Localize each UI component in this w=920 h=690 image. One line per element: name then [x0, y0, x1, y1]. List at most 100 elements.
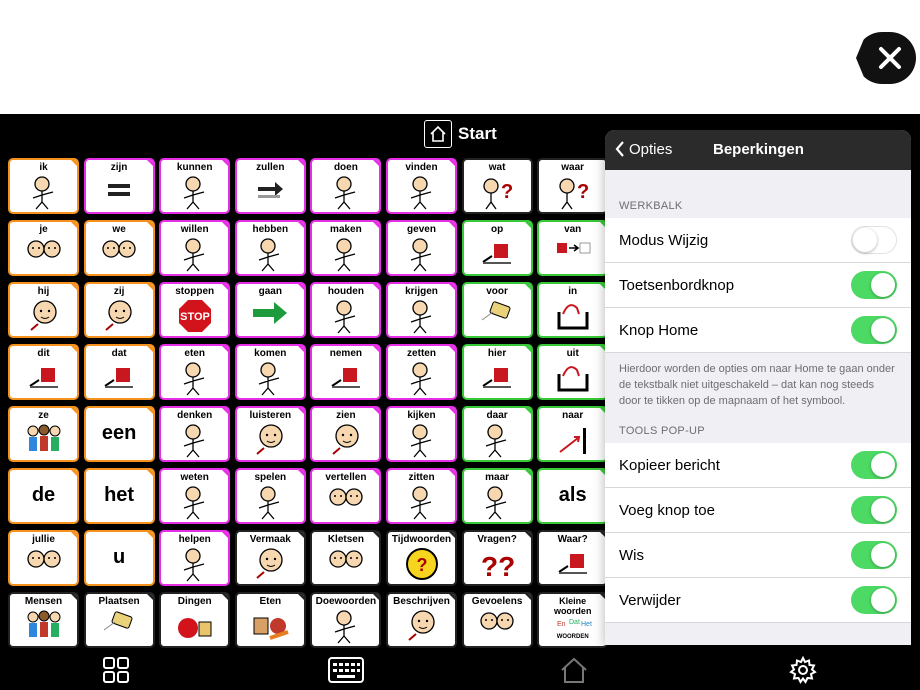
symbol-button[interactable]: het	[83, 468, 155, 524]
symbol-button[interactable]: spelen	[234, 468, 306, 524]
symbol-button[interactable]: waar?	[537, 158, 609, 214]
symbol-button[interactable]: Mensen	[8, 592, 79, 648]
symbol-button[interactable]: daar	[461, 406, 533, 462]
symbol-label: eten	[184, 348, 205, 359]
symbol-button[interactable]: zijn	[83, 158, 155, 214]
toggle-switch[interactable]	[851, 541, 897, 569]
symbol-button[interactable]: de	[8, 468, 79, 524]
symbol-button[interactable]: ze	[8, 406, 79, 462]
symbol-label: spelen	[254, 472, 287, 483]
symbol-button[interactable]: luisteren	[234, 406, 306, 462]
symbol-button[interactable]: willen	[159, 220, 231, 276]
symbol-button[interactable]: hij	[8, 282, 79, 338]
symbol-button[interactable]: Plaatsen	[83, 592, 155, 648]
symbol-button[interactable]: dat	[83, 344, 155, 400]
corner-fold	[220, 284, 229, 292]
symbol-button[interactable]: stoppen STOP	[159, 282, 231, 338]
symbol-label: voor	[486, 286, 508, 297]
symbol-button[interactable]: wat?	[461, 158, 533, 214]
symbol-button[interactable]: Doewoorden	[310, 592, 382, 648]
symbol-label: daar	[486, 410, 508, 421]
toggle-switch[interactable]	[851, 226, 897, 254]
toggle-switch[interactable]	[851, 271, 897, 299]
back-button[interactable]: Opties	[615, 140, 672, 158]
symbol-button[interactable]: als	[537, 468, 609, 524]
symbol-button[interactable]: op	[461, 220, 533, 276]
symbol-button[interactable]: zitten	[386, 468, 457, 524]
symbol-button[interactable]: u	[83, 530, 155, 586]
corner-fold	[371, 284, 380, 292]
symbol-button[interactable]: houden	[310, 282, 382, 338]
corner-fold	[447, 284, 455, 292]
symbol-button[interactable]: Tijdwoorden?	[386, 530, 457, 586]
symbol-label: Waar?	[557, 534, 588, 545]
symbol-button[interactable]: maar	[461, 468, 533, 524]
symbol-button[interactable]: een	[83, 406, 155, 462]
corner-fold	[447, 532, 455, 540]
symbol-button[interactable]: Dingen	[159, 592, 231, 648]
symbol-button[interactable]: Vragen???	[461, 530, 533, 586]
toggle-switch[interactable]	[851, 586, 897, 614]
symbol-label: van	[564, 224, 582, 235]
symbol-button[interactable]: Kleine woorden En Dat Het WOORDEN	[537, 592, 609, 648]
symbol-button[interactable]: gaan	[234, 282, 306, 338]
corner-fold	[447, 594, 455, 602]
symbol-button[interactable]: Eten	[234, 592, 306, 648]
corner-fold	[220, 222, 229, 230]
corner-fold	[144, 470, 153, 478]
toggle-knob	[871, 273, 895, 297]
symbol-button[interactable]: zij	[83, 282, 155, 338]
symbol-button[interactable]: hebben	[234, 220, 306, 276]
corner-fold	[69, 532, 77, 540]
symbol-button[interactable]: in	[537, 282, 609, 338]
toggle-switch[interactable]	[851, 451, 897, 479]
symbol-button[interactable]: vertellen	[310, 468, 382, 524]
toggle-switch[interactable]	[851, 496, 897, 524]
symbol-button[interactable]: naar	[537, 406, 609, 462]
symbol-button[interactable]: voor	[461, 282, 533, 338]
symbol-button[interactable]: eten	[159, 344, 231, 400]
symbol-button[interactable]: Beschrijven	[386, 592, 457, 648]
symbol-button[interactable]: we	[83, 220, 155, 276]
symbol-button[interactable]: Gevoelens	[461, 592, 533, 648]
symbol-label: hier	[487, 348, 507, 359]
symbol-button[interactable]: Waar?	[537, 530, 609, 586]
keyboard-icon[interactable]	[328, 656, 364, 684]
symbol-button[interactable]: hier	[461, 344, 533, 400]
symbol-button[interactable]: ik	[8, 158, 79, 214]
close-button[interactable]	[856, 32, 916, 84]
symbol-button[interactable]: Kletsen	[310, 530, 382, 586]
symbol-button[interactable]: Vermaak	[234, 530, 306, 586]
symbol-button[interactable]: nemen	[310, 344, 382, 400]
symbol-button[interactable]: weten	[159, 468, 231, 524]
symbol-button[interactable]: komen	[234, 344, 306, 400]
folder-title[interactable]: Start	[424, 120, 497, 148]
restrictions-panel: Opties Beperkingen WERKBALK Modus Wijzig…	[605, 130, 911, 645]
symbol-button[interactable]: vinden	[386, 158, 457, 214]
symbol-button[interactable]: jullie	[8, 530, 79, 586]
gear-icon[interactable]	[788, 656, 818, 684]
symbol-button[interactable]: zetten	[386, 344, 457, 400]
symbol-button[interactable]: zullen	[234, 158, 306, 214]
symbol-button[interactable]: kijken	[386, 406, 457, 462]
symbol-button[interactable]: geven	[386, 220, 457, 276]
symbol-button[interactable]: uit	[537, 344, 609, 400]
symbol-button[interactable]: doen	[310, 158, 382, 214]
home-toolbar-icon[interactable]	[559, 656, 589, 684]
grid-view-icon[interactable]	[101, 656, 131, 684]
symbol-button[interactable]: je	[8, 220, 79, 276]
corner-fold	[220, 346, 229, 354]
symbol-button[interactable]: van	[537, 220, 609, 276]
symbol-button[interactable]: maken	[310, 220, 382, 276]
symbol-button[interactable]: helpen	[159, 530, 231, 586]
symbol-label: vinden	[405, 162, 438, 173]
symbol-button[interactable]: krijgen	[386, 282, 457, 338]
symbol-button[interactable]: zien	[310, 406, 382, 462]
setting-row: Wis	[605, 533, 911, 578]
symbol-button[interactable]: denken	[159, 406, 231, 462]
symbol-button[interactable]: kunnen	[159, 158, 231, 214]
symbol-button[interactable]: dit	[8, 344, 79, 400]
symbol-label: ze	[38, 410, 49, 421]
toggle-switch[interactable]	[851, 316, 897, 344]
symbol-label: willen	[180, 224, 209, 235]
